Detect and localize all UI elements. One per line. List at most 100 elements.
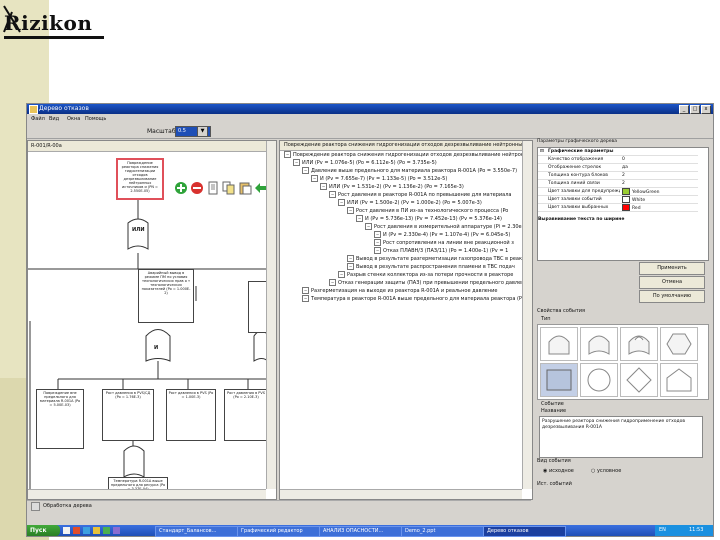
tree-row[interactable]: − Рост сопротивления на линии вне реакцио…: [374, 239, 522, 246]
maximize-button[interactable]: □: [690, 105, 700, 114]
taskbar-task-active[interactable]: Дерево отказов: [483, 526, 566, 537]
expand-toggle-icon[interactable]: −: [311, 175, 318, 182]
tree-row[interactable]: − ИЛИ (Pv = 1.076e-5) (Po = 6.112e-5) (Po…: [293, 159, 522, 166]
property-row[interactable]: Цвет заливки выбранных Red: [538, 204, 698, 212]
expand-toggle-icon[interactable]: −: [302, 295, 309, 302]
kind-option-initial[interactable]: ◉ исходное: [543, 468, 574, 474]
menu-view[interactable]: Вид: [49, 116, 59, 122]
tree-row[interactable]: − И (Pv = 2.330e-4) (Pv = 1.107e-4) (Pv =…: [374, 231, 522, 238]
expand-toggle-icon[interactable]: −: [302, 167, 309, 174]
expand-toggle-icon[interactable]: −: [302, 287, 309, 294]
tree-node[interactable]: Рост давления в PVS (Po = 1.00E-3): [166, 389, 216, 441]
taskbar-task[interactable]: Стандарт_Балансов...: [155, 526, 238, 537]
quicklaunch-icon[interactable]: [103, 527, 110, 534]
tree-row[interactable]: − Разгерметизация на выходе из реактора R…: [302, 287, 522, 294]
taskbar-task[interactable]: Графический редактор: [237, 526, 320, 537]
expand-toggle-icon[interactable]: −: [374, 247, 381, 254]
expand-toggle-icon[interactable]: −: [329, 279, 336, 286]
apply-button[interactable]: Применить: [639, 262, 705, 275]
event-name-textarea[interactable]: Разрушение реактора снижения гидропримен…: [539, 416, 703, 458]
house-event-icon[interactable]: [660, 363, 698, 397]
hexagon-gate-icon[interactable]: [660, 327, 698, 361]
property-row[interactable]: Отображение стрелок да: [538, 164, 698, 172]
taskbar-task[interactable]: АНАЛИЗ ОПАСНОСТИ...: [319, 526, 402, 537]
tree-node[interactable]: Рост давления в PVS/СД (Po = 1.76E-3): [102, 389, 154, 441]
chevron-down-icon[interactable]: ▼: [197, 126, 208, 137]
horizontal-scrollbar[interactable]: [28, 489, 266, 499]
tree-row[interactable]: − Давление выше предельного для материала…: [302, 167, 522, 174]
property-row[interactable]: Толщина контура блоков 2: [538, 172, 698, 180]
tree-row-label: Рост сопротивления на линии вне реакцион…: [383, 240, 514, 246]
property-row[interactable]: Цвет заливки событий White: [538, 196, 698, 204]
basic-event-circle-icon[interactable]: [580, 363, 618, 397]
expand-toggle-icon[interactable]: −: [347, 263, 354, 270]
expand-toggle-icon[interactable]: −: [347, 255, 354, 262]
quicklaunch-icon[interactable]: [93, 527, 100, 534]
vertical-scrollbar[interactable]: [522, 141, 532, 489]
quicklaunch-icon[interactable]: [73, 527, 80, 534]
tree-row[interactable]: − Отказ ПЛАВН/3 (ПАЗ/11) (Po = 1.400e-1) …: [374, 247, 522, 254]
tree-row[interactable]: − Вывод в результате разгерметизации газо…: [347, 255, 522, 262]
property-group-header[interactable]: ⊟ Графические параметры: [538, 148, 698, 156]
quicklaunch-icon[interactable]: [63, 527, 70, 534]
horizontal-scrollbar[interactable]: [280, 489, 522, 499]
tree-row[interactable]: − И (Pv = 7.655e-7) (Pv = 1.133e-5) (Po =…: [311, 175, 522, 182]
menu-help[interactable]: Помощь: [85, 116, 106, 122]
tree-row[interactable]: − И (Pv = 5.736e-13) (Pv = 7.452e-13) (Pv…: [356, 215, 522, 222]
language-indicator[interactable]: EN: [659, 525, 666, 536]
menu-windows[interactable]: Окна: [67, 116, 80, 122]
expand-toggle-icon[interactable]: −: [338, 199, 345, 206]
cancel-button[interactable]: Отмена: [639, 276, 705, 289]
add-icon[interactable]: [174, 181, 188, 195]
expand-toggle-icon[interactable]: −: [338, 271, 345, 278]
kind-option-conditional[interactable]: ○ условное: [591, 468, 621, 474]
and-gate-icon[interactable]: [540, 327, 578, 361]
expand-toggle-icon[interactable]: −: [284, 151, 291, 158]
expand-toggle-icon[interactable]: −: [329, 191, 336, 198]
document-icon[interactable]: [206, 181, 220, 195]
tree-row[interactable]: − Температура в реакторе R-001A выше пред…: [302, 295, 522, 302]
tree-node[interactable]: Аварийный вывод в режиме ПМ по условия т…: [138, 269, 194, 323]
minimize-button[interactable]: _: [679, 105, 689, 114]
property-row[interactable]: Качество отображения 0: [538, 156, 698, 164]
quicklaunch-icon[interactable]: [83, 527, 90, 534]
start-button[interactable]: Пуск: [27, 525, 60, 536]
tree-row[interactable]: − Повреждение реактора снижения гидрогени…: [284, 151, 522, 158]
close-button[interactable]: x: [701, 105, 711, 114]
basic-event-rect-icon[interactable]: [540, 363, 578, 397]
quicklaunch-icon[interactable]: [113, 527, 120, 534]
default-button[interactable]: По умолчанию: [639, 290, 705, 303]
tree-row[interactable]: − Отказ генерации защиты (ПАЗ) при превыш…: [329, 279, 522, 286]
copy-icon[interactable]: [222, 181, 236, 195]
tree-row[interactable]: − ИЛИ (Pv = 1.500e-2) (Pv = 1.000e-2) (Po…: [338, 199, 522, 206]
gate-label: И: [154, 345, 159, 351]
tree-row[interactable]: − Рост давления в реакторе R-001A по прев…: [329, 191, 522, 198]
tree-row[interactable]: − Вывод в результате распространения плам…: [347, 263, 522, 270]
expand-toggle-icon[interactable]: −: [347, 207, 354, 214]
remove-icon[interactable]: [190, 181, 204, 195]
text-tree-panel[interactable]: Повреждение реактора снижения гидрогениз…: [279, 140, 533, 500]
priority-gate-icon[interactable]: [620, 327, 658, 361]
tree-node-top-event[interactable]: Повреждение реактора снижения гидрогениз…: [116, 158, 164, 200]
tree-node[interactable]: Рост давления в PVS (Po = 2.10E-3): [224, 389, 268, 441]
vertical-scrollbar[interactable]: [266, 141, 276, 489]
expand-toggle-icon[interactable]: −: [365, 223, 372, 230]
expand-toggle-icon[interactable]: −: [356, 215, 363, 222]
graphic-tree-panel[interactable]: R-001/R-00a Повреждение реактора снижени…: [27, 140, 277, 500]
menu-file[interactable]: Файл: [31, 116, 45, 122]
expand-toggle-icon[interactable]: −: [320, 183, 327, 190]
tree-row[interactable]: − Рост давления в измерительной аппаратур…: [365, 223, 522, 230]
tree-row[interactable]: − ИЛИ (Pv = 1.531e-2) (Pv = 1.136e-2) (Po…: [320, 183, 522, 190]
expand-toggle-icon[interactable]: −: [374, 231, 381, 238]
taskbar-task[interactable]: Demo_2.ppt: [401, 526, 484, 537]
tree-node[interactable]: Повреждение вне предельного для материал…: [36, 389, 84, 449]
or-gate-icon[interactable]: [580, 327, 618, 361]
tree-row[interactable]: − Разрыв стенки коллектора из-за потери п…: [338, 271, 522, 278]
paste-icon[interactable]: [238, 181, 252, 195]
expand-toggle-icon[interactable]: −: [374, 239, 381, 246]
undeveloped-event-icon[interactable]: [620, 363, 658, 397]
property-row[interactable]: Толщина линий связи 2: [538, 180, 698, 188]
tree-row[interactable]: − Рост давления в ПИ из-за технологическо…: [347, 207, 522, 214]
property-row[interactable]: Цвет заливки для предупрежденийYellowGre…: [538, 188, 698, 196]
expand-toggle-icon[interactable]: −: [293, 159, 300, 166]
